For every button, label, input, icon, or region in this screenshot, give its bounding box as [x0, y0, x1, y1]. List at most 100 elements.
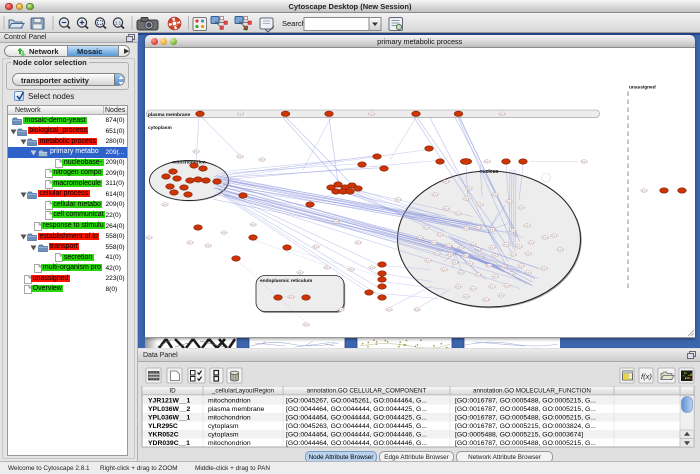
svg-text:Unk.d: Unk.d	[187, 241, 194, 245]
svg-text:[GO:0016787, GO:0005215, GO:00: [GO:0016787, GO:0005215, GO:0003824, G..…	[455, 423, 596, 430]
svg-text:Unk.d: Unk.d	[475, 226, 482, 230]
svg-text:Unk.d: Unk.d	[489, 246, 496, 250]
svg-text:[GO:0044464, GO:0044444, GO:00: [GO:0044464, GO:0044444, GO:0044425, G..…	[286, 406, 427, 413]
svg-text:Unk.d: Unk.d	[443, 207, 450, 211]
svg-text:YPL036W__2: YPL036W__2	[148, 406, 191, 413]
svg-text:YPL036W__1: YPL036W__1	[148, 414, 191, 421]
svg-text:Unk.d: Unk.d	[452, 261, 459, 265]
svg-text:Unk.d: Unk.d	[455, 285, 462, 289]
svg-text:YLR295C: YLR295C	[148, 423, 178, 430]
svg-text:Unk.d: Unk.d	[441, 268, 448, 272]
svg-text:Unk.d: Unk.d	[518, 206, 525, 210]
svg-text:cytoplasm: cytoplasm	[208, 431, 239, 438]
svg-text:_cellularLayoutRegion: _cellularLayoutRegion	[211, 388, 275, 395]
svg-text:mitochondrion: mitochondrion	[208, 440, 251, 447]
svg-text:Unk.d: Unk.d	[541, 267, 548, 271]
svg-text:Unk.d: Unk.d	[458, 271, 465, 275]
svg-text:Unk.d: Unk.d	[483, 298, 490, 302]
svg-text:Unk.d: Unk.d	[237, 155, 244, 159]
svg-text:Unk.d: Unk.d	[551, 234, 558, 238]
svg-text:Unk.d: Unk.d	[458, 246, 465, 250]
svg-text:Unk.d: Unk.d	[581, 160, 588, 164]
svg-text:Unk.d: Unk.d	[518, 264, 525, 268]
svg-text:Unk.d: Unk.d	[348, 268, 355, 272]
svg-text:Unk.d: Unk.d	[525, 271, 532, 275]
svg-text:mitochondrion: mitochondrion	[172, 160, 206, 166]
svg-text:[GO:0044464, GO:0044444, GO:00: [GO:0044464, GO:0044444, GO:0044446, G..…	[286, 440, 427, 447]
svg-text:Unk.d: Unk.d	[466, 187, 473, 191]
svg-text:Unk.d: Unk.d	[467, 262, 474, 266]
svg-text:Unk.d: Unk.d	[221, 231, 228, 235]
svg-text:Unk.d: Unk.d	[162, 203, 169, 207]
svg-text:cytoplasm: cytoplasm	[208, 423, 239, 430]
svg-text:YJR121W__1: YJR121W__1	[148, 397, 191, 404]
svg-text:Unk.d: Unk.d	[303, 323, 310, 327]
svg-text:Unk.d: Unk.d	[369, 266, 376, 270]
svg-text:Unk.d: Unk.d	[463, 197, 470, 201]
svg-text:Unk.d: Unk.d	[463, 295, 470, 299]
svg-text:YDR039C__1: YDR039C__1	[148, 440, 190, 447]
svg-text:cytoplasm: cytoplasm	[148, 125, 172, 131]
svg-text:Unk.d: Unk.d	[492, 275, 499, 279]
svg-text:Unk.d: Unk.d	[463, 254, 470, 258]
svg-text:Unk.d: Unk.d	[431, 241, 438, 245]
svg-text:Unk.d: Unk.d	[455, 212, 462, 216]
svg-text:Unk.d: Unk.d	[417, 236, 424, 240]
svg-text:ID: ID	[169, 388, 176, 395]
svg-text:Unk.d: Unk.d	[288, 295, 295, 299]
svg-text:Unk.d: Unk.d	[492, 193, 499, 197]
svg-text:[GO:0016787, GO:0005488, GO:00: [GO:0016787, GO:0005488, GO:0005215, G..…	[455, 397, 596, 404]
svg-text:Unk.d: Unk.d	[368, 112, 375, 116]
svg-text:Unk.d: Unk.d	[425, 259, 432, 263]
svg-text:Unk.d: Unk.d	[333, 220, 340, 224]
svg-text:unassigned: unassigned	[629, 85, 656, 91]
svg-text:plasma membrane: plasma membrane	[208, 406, 265, 413]
svg-text:Unk.d: Unk.d	[446, 244, 453, 248]
svg-text:[GO:0045263, GO:0044444, GO:00: [GO:0045263, GO:0044444, GO:0044445, G..…	[286, 423, 427, 430]
svg-text:Unk.d: Unk.d	[437, 233, 444, 237]
svg-text:Unk.d: Unk.d	[355, 241, 362, 245]
svg-text:Unk.d: Unk.d	[447, 253, 454, 257]
svg-text:Unk.d: Unk.d	[509, 272, 516, 276]
svg-text:mitochondrion: mitochondrion	[208, 397, 251, 404]
svg-text:Unk.d: Unk.d	[313, 245, 320, 249]
svg-text:[GO:0016787, GO:0005488, GO:00: [GO:0016787, GO:0005488, GO:0005215, G..…	[455, 414, 596, 421]
svg-text:endoplasmic reticulum: endoplasmic reticulum	[260, 278, 312, 284]
svg-text:Unk.d: Unk.d	[641, 189, 648, 193]
svg-text:annotation.GO CELLULAR_COMPONE: annotation.GO CELLULAR_COMPONENT	[307, 388, 427, 395]
svg-text:Unk.d: Unk.d	[528, 241, 535, 245]
svg-text:f(x): f(x)	[641, 372, 652, 381]
svg-text:Unk.d: Unk.d	[516, 245, 523, 249]
svg-text:Unk.d: Unk.d	[193, 150, 200, 154]
svg-text:Unk.d: Unk.d	[205, 244, 212, 248]
svg-text:Unk.d: Unk.d	[542, 236, 549, 240]
svg-text:Unk.d: Unk.d	[146, 236, 153, 240]
svg-text:Unk.d: Unk.d	[463, 227, 470, 231]
svg-text:Unk.d: Unk.d	[395, 198, 402, 202]
svg-text:mitochondrion: mitochondrion	[208, 414, 251, 421]
svg-text:Unk.d: Unk.d	[510, 229, 517, 233]
svg-text:Unk.d: Unk.d	[475, 273, 482, 277]
svg-text:Unk.d: Unk.d	[386, 308, 393, 312]
svg-text:Unk.d: Unk.d	[557, 248, 564, 252]
svg-text:Unk.d: Unk.d	[486, 264, 493, 268]
svg-text:[GO:0045267, GO:0045261, GO:00: [GO:0045267, GO:0045261, GO:0044464, G..…	[286, 397, 427, 404]
svg-text:Unk.d: Unk.d	[525, 252, 532, 256]
svg-text:Unk.d: Unk.d	[432, 193, 439, 197]
svg-text:Unk.d: Unk.d	[498, 294, 505, 298]
svg-text:Unk.d: Unk.d	[489, 228, 496, 232]
svg-text:plasma membrane: plasma membrane	[148, 112, 190, 118]
svg-text:Unk.d: Unk.d	[499, 112, 506, 116]
svg-text:[GO:0044464, GO:0044444, GO:00: [GO:0044464, GO:0044444, GO:0044425, G..…	[286, 414, 427, 421]
svg-text:Unk.d: Unk.d	[259, 158, 266, 162]
svg-text:Unk.d: Unk.d	[484, 160, 491, 164]
svg-text:Unk.d: Unk.d	[477, 203, 484, 207]
svg-text:[GO:0044464, GO:0044444, GO:00: [GO:0044464, GO:0044444, GO:0044446, G..…	[286, 431, 427, 438]
svg-text:Unk.d: Unk.d	[510, 253, 517, 257]
svg-text:Unk.d: Unk.d	[250, 223, 257, 227]
svg-text:YKR052C: YKR052C	[148, 431, 179, 438]
svg-text:Unk.d: Unk.d	[504, 284, 511, 288]
svg-text:Unk.d: Unk.d	[297, 271, 304, 275]
svg-text:[GO:0016787, GO:0005488, GO:00: [GO:0016787, GO:0005488, GO:0005215, G..…	[455, 406, 596, 413]
svg-text:Unk.d: Unk.d	[470, 287, 477, 291]
